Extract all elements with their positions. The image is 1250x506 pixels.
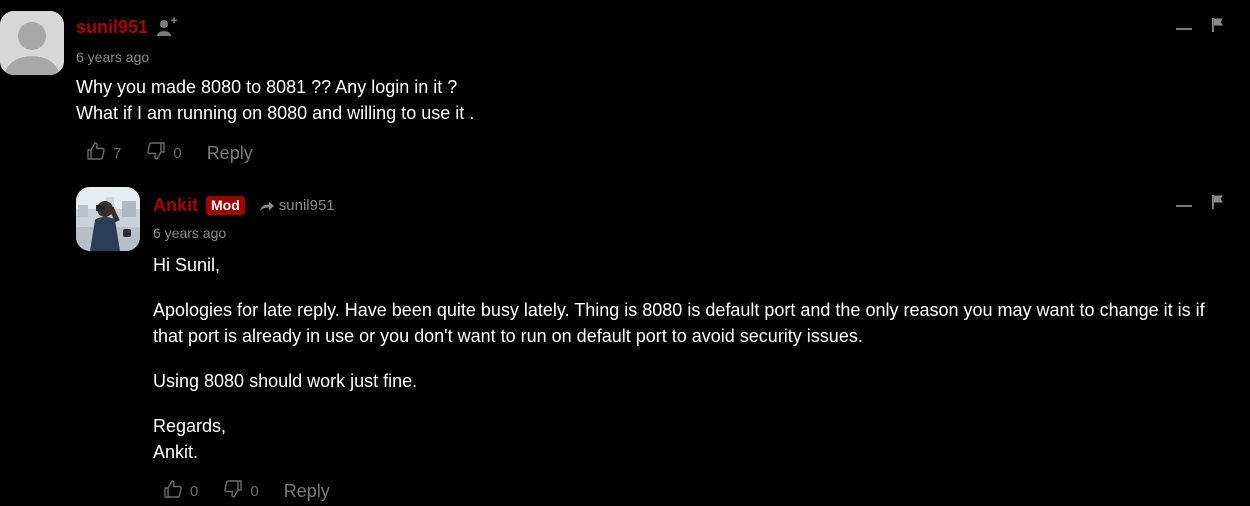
comment-line: Hi Sunil, — [153, 255, 221, 275]
thumbs-down-icon — [146, 141, 166, 165]
flag-icon[interactable] — [1212, 195, 1224, 209]
comment-line: Ankit. — [153, 442, 199, 462]
avatar[interactable] — [0, 11, 64, 75]
comment-line: Using 8080 should work just fine. — [153, 371, 418, 391]
downvote-count: 0 — [173, 144, 182, 162]
upvote-button[interactable]: 7 — [86, 141, 121, 165]
comment-line: Why you made 8080 to 8081 ?? Any login i… — [76, 77, 458, 97]
thumbs-up-icon — [163, 479, 183, 503]
thumbs-down-icon — [223, 479, 243, 503]
avatar[interactable] — [76, 187, 140, 251]
upvote-count: 0 — [190, 482, 199, 500]
author-name[interactable]: sunil951 — [76, 17, 148, 38]
thumbs-up-icon — [86, 141, 106, 165]
timestamp[interactable]: 6 years ago — [76, 49, 149, 65]
upvote-count: 7 — [113, 144, 122, 162]
comment-body: Hi Sunil, Apologies for late reply. Have… — [153, 252, 1205, 465]
downvote-count: 0 — [250, 482, 259, 500]
downvote-button[interactable]: 0 — [223, 479, 259, 503]
add-user-icon[interactable] — [156, 16, 178, 38]
comment-line: that port is already in use or you don't… — [153, 326, 863, 346]
comment-line: What if I am running on 8080 and willing… — [76, 103, 475, 123]
comment-body: Why you made 8080 to 8081 ?? Any login i… — [76, 74, 474, 126]
downvote-button[interactable]: 0 — [146, 141, 182, 165]
flag-icon[interactable] — [1212, 18, 1224, 32]
reply-button[interactable]: Reply — [284, 481, 330, 502]
minus-icon[interactable] — [1176, 28, 1192, 30]
in-reply-to-link[interactable]: sunil951 — [259, 197, 335, 214]
reply-arrow-icon — [259, 199, 279, 213]
in-reply-to-username: sunil951 — [278, 197, 335, 214]
reply-button[interactable]: Reply — [207, 143, 253, 164]
upvote-button[interactable]: 0 — [163, 479, 198, 503]
comment-line: Regards, — [153, 416, 227, 436]
minus-icon[interactable] — [1176, 205, 1192, 207]
mod-badge: Mod — [206, 196, 245, 215]
comment-line: Apologies for late reply. Have been quit… — [153, 300, 1205, 320]
author-name[interactable]: Ankit — [153, 195, 198, 216]
timestamp[interactable]: 6 years ago — [153, 225, 226, 241]
